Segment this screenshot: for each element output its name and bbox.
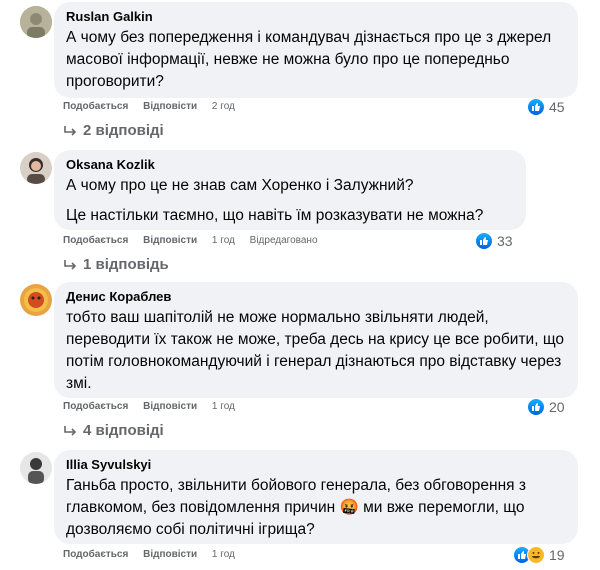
reaction-count: 20 [549,399,565,415]
view-replies-button[interactable]: 2 відповіді [63,122,164,139]
reply-arrow-icon [64,125,77,136]
reply-button[interactable]: Відповісти [143,401,197,412]
like-button[interactable]: Подобається [63,401,128,412]
avatar-image [20,284,52,316]
comment-actions: Подобається Відповісти 1 год [63,548,247,562]
like-reaction-icon [527,98,545,116]
reply-button[interactable]: Відповісти [143,235,197,246]
comment-text: А чому без попередження і командувач діз… [66,27,566,93]
comment-text-line: Це настільки таємно, що навіть їм розказ… [66,207,484,224]
reaction-summary[interactable]: 45 [527,98,565,116]
avatar[interactable] [20,284,52,316]
comment-author[interactable]: Illia Syvulskyi [66,457,566,473]
view-replies-button[interactable]: 1 відповідь [63,256,169,273]
comment-text-line: Ганьба просто, звільнити бойового генера… [66,477,526,538]
reaction-count: 33 [497,233,513,249]
like-reaction-icon [527,398,545,416]
comment-actions: Подобається Відповісти 1 год [63,400,247,414]
avatar[interactable] [20,452,52,484]
haha-reaction-icon [527,546,545,564]
avatar-image [20,152,52,184]
reply-button[interactable]: Відповісти [143,549,197,560]
comment-author[interactable]: Ruslan Galkin [66,9,566,25]
avatar-image [20,452,52,484]
like-button[interactable]: Подобається [63,549,128,560]
comment-actions: Подобається Відповісти 1 год Відредагова… [63,234,318,248]
reaction-summary[interactable]: 19 [513,546,565,564]
avatar-image [20,6,52,38]
comment-timestamp[interactable]: 1 год [212,235,235,246]
comment-timestamp[interactable]: 2 год [212,101,235,112]
reply-arrow-icon [64,259,77,270]
comment-bubble: Illia Syvulskyi Ганьба просто, звільнити… [54,450,578,544]
comment-text: тобто ваш шапітолій не може нормально зв… [66,307,566,395]
avatar[interactable] [20,152,52,184]
comment-bubble: Ruslan Galkin А чому без попередження і … [54,2,578,98]
like-button[interactable]: Подобається [63,235,128,246]
comment-author[interactable]: Oksana Kozlik [66,157,514,173]
like-button[interactable]: Подобається [63,101,128,112]
reaction-summary[interactable]: 20 [527,398,565,416]
comment-text-line: А чому без попередження і командувач діз… [66,29,552,90]
like-reaction-icon [475,232,493,250]
comment-actions: Подобається Відповісти 2 год [63,100,247,114]
comment-timestamp[interactable]: 1 год [212,549,235,560]
view-replies-button[interactable]: 4 відповіді [63,422,164,439]
comment-text-line: А чому про це не знав сам Хоренко і Залу… [66,177,414,194]
edited-label[interactable]: Відредаговано [250,235,318,246]
replies-label: 1 відповідь [83,256,169,273]
replies-label: 2 відповіді [83,122,164,139]
avatar[interactable] [20,6,52,38]
comment-bubble: Oksana Kozlik А чому про це не знав сам … [54,150,526,230]
comment-bubble: Денис Кораблев тобто ваш шапітолій не мо… [54,282,578,398]
comment-timestamp[interactable]: 1 год [212,401,235,412]
reply-arrow-icon [64,425,77,436]
comment-text: А чому про це не знав сам Хоренко і Залу… [66,175,514,227]
comment-text-line: тобто ваш шапітолій не може нормально зв… [66,309,565,392]
replies-label: 4 відповіді [83,422,164,439]
comment-author[interactable]: Денис Кораблев [66,289,566,305]
comment-text: Ганьба просто, звільнити бойового генера… [66,475,566,541]
reaction-summary[interactable]: 33 [475,232,513,250]
reaction-count: 19 [549,547,565,563]
reaction-count: 45 [549,99,565,115]
reply-button[interactable]: Відповісти [143,101,197,112]
